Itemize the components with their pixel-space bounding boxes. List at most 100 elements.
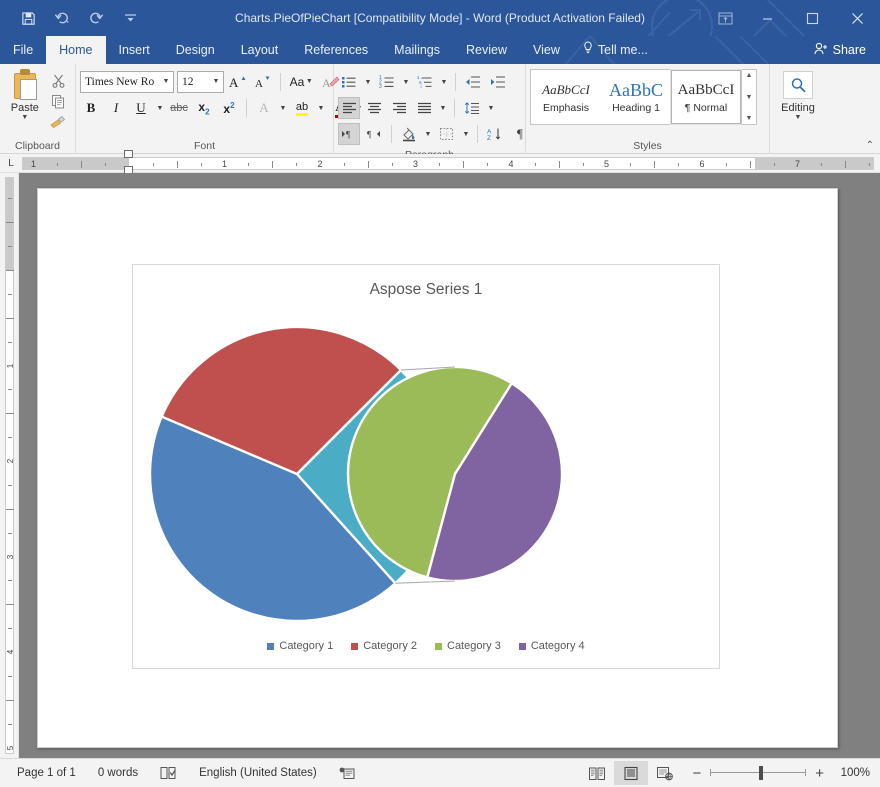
tab-view[interactable]: View xyxy=(520,36,573,64)
borders-button[interactable] xyxy=(436,123,458,145)
zoom-slider-thumb[interactable] xyxy=(759,766,764,780)
vertical-ruler[interactable]: 1 2 3 4 5 xyxy=(0,173,19,758)
tab-review[interactable]: Review xyxy=(453,36,520,64)
chevron-down-icon[interactable]: ▼ xyxy=(159,78,173,85)
underline-button[interactable]: U xyxy=(130,97,152,119)
minimize-icon[interactable] xyxy=(745,0,790,36)
close-icon[interactable] xyxy=(835,0,880,36)
grow-font-button[interactable]: A xyxy=(227,71,249,93)
line-spacing-button[interactable] xyxy=(461,97,483,119)
chevron-down-icon[interactable]: ▼ xyxy=(209,78,223,85)
word-count-status[interactable]: 0 words xyxy=(87,759,149,787)
more-styles-icon[interactable]: ▼ xyxy=(746,115,753,122)
underline-dropdown-arrow-icon[interactable]: ▼ xyxy=(155,105,165,112)
zoom-slider[interactable] xyxy=(710,766,807,780)
font-name-combo[interactable]: Times New Ro ▼ xyxy=(80,70,174,93)
align-center-button[interactable] xyxy=(363,97,385,119)
paste-button[interactable]: Paste ▼ xyxy=(4,67,46,122)
tab-home[interactable]: Home xyxy=(46,36,106,64)
copy-icon[interactable] xyxy=(48,92,68,110)
style-item-emphasis[interactable]: AaBbCcI Emphasis xyxy=(531,70,601,124)
bullets-button[interactable] xyxy=(338,71,360,93)
subscript-button[interactable]: x2 xyxy=(193,97,215,119)
justify-button[interactable] xyxy=(413,97,435,119)
chevron-down-icon[interactable]: ▼ xyxy=(439,79,449,86)
align-left-button[interactable] xyxy=(338,97,360,119)
page-canvas[interactable]: Aspose Series 1 Category 1 Category 2 Cate… xyxy=(19,173,880,758)
language-status[interactable]: English (United States) xyxy=(188,759,328,787)
legend-item[interactable]: Category 4 xyxy=(518,640,585,652)
chevron-down-icon[interactable]: ▼ xyxy=(316,105,326,112)
redo-icon[interactable] xyxy=(86,8,106,28)
increase-indent-button[interactable] xyxy=(487,71,509,93)
tab-stop-selector[interactable]: L xyxy=(0,154,22,173)
shading-button[interactable] xyxy=(398,123,420,145)
chevron-down-icon[interactable]: ▼ xyxy=(278,105,288,112)
sort-button[interactable]: AZ xyxy=(484,123,506,145)
print-layout-icon[interactable] xyxy=(614,761,649,785)
change-case-button[interactable]: Aa ▼ xyxy=(287,71,317,93)
proofing-errors-icon[interactable] xyxy=(149,759,188,787)
decrease-indent-button[interactable] xyxy=(462,71,484,93)
scroll-up-icon[interactable]: ▲ xyxy=(746,72,753,79)
macro-recording-icon[interactable] xyxy=(328,759,366,787)
pie-of-pie-chart[interactable]: Aspose Series 1 Category 1 Category 2 Cate… xyxy=(132,264,720,669)
paste-dropdown-arrow-icon[interactable]: ▼ xyxy=(21,114,28,122)
italic-button[interactable]: I xyxy=(105,97,127,119)
maximize-icon[interactable] xyxy=(790,0,835,36)
save-icon[interactable] xyxy=(18,8,38,28)
tab-insert[interactable]: Insert xyxy=(106,36,163,64)
zoom-in-button[interactable]: + xyxy=(815,766,824,781)
editing-button[interactable]: Editing ▼ xyxy=(774,67,822,122)
ltr-text-direction-button[interactable]: ¶ xyxy=(338,123,360,145)
chevron-down-icon[interactable]: ▼ xyxy=(461,131,471,138)
customize-qat-icon[interactable] xyxy=(120,8,140,28)
styles-gallery-scrollbar[interactable]: ▲ ▼ ▼ xyxy=(741,70,756,124)
rtl-text-direction-button[interactable]: ¶ xyxy=(363,123,385,145)
format-painter-icon[interactable] xyxy=(48,113,68,131)
tab-layout[interactable]: Layout xyxy=(228,36,292,64)
legend-item[interactable]: Category 1 xyxy=(267,640,333,652)
ribbon-display-options-icon[interactable] xyxy=(705,0,745,36)
vertical-ruler-track[interactable]: 1 2 3 4 5 xyxy=(5,177,15,754)
editing-dropdown-arrow-icon[interactable]: ▼ xyxy=(795,114,802,122)
read-mode-icon[interactable] xyxy=(580,761,614,785)
horizontal-ruler[interactable]: L 1 1 2 3 4 5 6 7 xyxy=(0,150,880,174)
chevron-down-icon[interactable]: ▼ xyxy=(438,105,448,112)
share-button[interactable]: Share xyxy=(804,36,880,64)
shrink-font-button[interactable]: A xyxy=(252,71,274,93)
style-item-heading-1[interactable]: AaBbC Heading 1 xyxy=(601,70,671,124)
chevron-down-icon[interactable]: ▼ xyxy=(423,131,433,138)
tab-file[interactable]: File xyxy=(0,36,46,64)
legend-item[interactable]: Category 2 xyxy=(351,640,417,652)
tab-references[interactable]: References xyxy=(291,36,381,64)
tab-design[interactable]: Design xyxy=(163,36,228,64)
font-size-combo[interactable]: 12 ▼ xyxy=(177,70,224,93)
collapse-ribbon-icon[interactable]: ⌃ xyxy=(866,140,874,151)
first-line-indent-marker[interactable] xyxy=(124,150,133,158)
legend-item[interactable]: Category 3 xyxy=(435,640,501,652)
zoom-level-label[interactable]: 100% xyxy=(832,767,874,779)
numbering-button[interactable]: 123 xyxy=(376,71,398,93)
chevron-down-icon[interactable]: ▼ xyxy=(486,105,496,112)
multilevel-list-button[interactable]: 1ai xyxy=(414,71,436,93)
page-number-status[interactable]: Page 1 of 1 xyxy=(6,759,87,787)
bold-button[interactable]: B xyxy=(80,97,102,119)
web-layout-icon[interactable] xyxy=(648,761,682,785)
chevron-down-icon[interactable]: ▼ xyxy=(401,79,411,86)
cut-icon[interactable] xyxy=(48,71,68,89)
align-right-button[interactable] xyxy=(388,97,410,119)
tab-mailings[interactable]: Mailings xyxy=(381,36,453,64)
styles-gallery[interactable]: AaBbCcI Emphasis AaBbC Heading 1 AaBbCcI… xyxy=(530,69,757,125)
chevron-down-icon[interactable]: ▼ xyxy=(304,78,314,85)
scroll-down-icon[interactable]: ▼ xyxy=(746,94,753,101)
strikethrough-button[interactable]: abc xyxy=(168,97,190,119)
undo-icon[interactable] xyxy=(52,8,72,28)
chevron-down-icon[interactable]: ▼ xyxy=(363,79,373,86)
zoom-out-button[interactable]: − xyxy=(692,766,701,781)
text-effects-button[interactable]: A xyxy=(253,97,275,119)
text-highlight-button[interactable]: ab xyxy=(291,97,313,119)
superscript-button[interactable]: x2 xyxy=(218,97,240,119)
tell-me-box[interactable]: Tell me... xyxy=(573,36,661,64)
style-item-normal[interactable]: AaBbCcI ¶ Normal xyxy=(670,69,742,125)
